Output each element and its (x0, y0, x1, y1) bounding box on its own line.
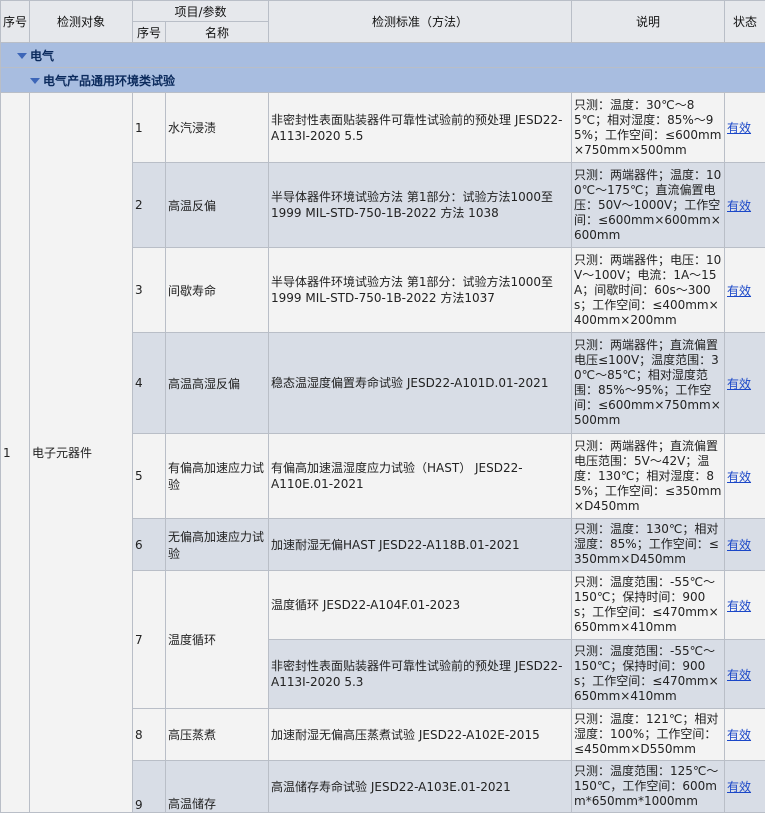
group-seq: 1 (0, 92, 30, 813)
header-object: 检测对象 (29, 0, 133, 43)
item-name: 高温储存 (164, 760, 270, 813)
item-desc: 只测：两端器件；直流偏置电压≤100V；温度范围：30℃～85℃；相对湿度范围：… (571, 332, 726, 434)
item-standard: 非密封性表面贴装器件可靠性试验前的预处理 JESD22-A113I-2020 5… (268, 639, 573, 709)
header-standard: 检测标准（方法） (268, 0, 573, 43)
item-no: 8 (132, 708, 166, 761)
item-no: 6 (132, 518, 166, 571)
item-name: 有偏高加速应力试验 (164, 433, 270, 519)
item-standard: 非密封性表面贴装器件可靠性试验前的预处理 JESD22-A113I-2020 5… (268, 92, 573, 163)
item-name: 高温反偏 (164, 162, 270, 248)
item-name: 水汽浸渍 (164, 92, 270, 163)
item-standard: 半导体器件环境试验方法 第1部分：试验方法1000至1999 MIL-STD-7… (268, 162, 573, 248)
item-desc: 只测：温度：130℃；相对湿度：85%；工作空间：≤350mm×D450mm (571, 518, 726, 571)
item-name: 温度循环 (164, 570, 270, 709)
item-no: 3 (132, 247, 166, 333)
item-no: 1 (132, 92, 166, 163)
status-link[interactable]: 有效 (727, 668, 751, 682)
item-standard: 有偏高加速温湿度应力试验（HAST） JESD22-A110E.01-2021 (268, 433, 573, 519)
item-name: 高温高湿反偏 (164, 332, 270, 434)
section-title: 电气产品通用环境类试验 (43, 73, 176, 88)
item-no: 9 (132, 760, 166, 813)
header-desc: 说明 (571, 0, 726, 43)
item-name: 高压蒸煮 (164, 708, 270, 761)
item-desc: 只测：温度：30℃～85℃；相对湿度：85%～95%；工作空间：≤600mm×7… (571, 92, 726, 163)
item-no: 5 (132, 433, 166, 519)
status-link[interactable]: 有效 (727, 780, 751, 794)
status-link[interactable]: 有效 (727, 199, 751, 213)
section-row-electrical[interactable]: 电气 (0, 42, 765, 68)
item-desc: 只测：温度范围：125℃～150℃，工作空间：600mm*650mm*1000m… (571, 760, 726, 813)
status-link[interactable]: 有效 (727, 377, 751, 391)
item-standard: 半导体器件环境试验方法 第1部分：试验方法1000至1999 MIL-STD-7… (268, 247, 573, 333)
section-row-env-tests[interactable]: 电气产品通用环境类试验 (0, 67, 765, 93)
item-desc: 只测：两端器件；温度：100℃～175℃；直流偏置电压：50V～1000V；工作… (571, 162, 726, 248)
item-standard: 高温储存寿命试验 JESD22-A103E.01-2021 (268, 760, 573, 813)
status-link[interactable]: 有效 (727, 121, 751, 135)
item-desc: 只测：两端器件；直流偏置电压范围：5V～42V；温度：130℃；相对湿度：85%… (571, 433, 726, 519)
item-standard: 加速耐湿无偏HAST JESD22-A118B.01-2021 (268, 518, 573, 571)
item-desc: 只测：两端器件；电压：10V～100V；电流：1A～15A；间歇时间：60s～3… (571, 247, 726, 333)
item-standard: 加速耐湿无偏高压蒸煮试验 JESD22-A102E-2015 (268, 708, 573, 761)
item-no: 7 (132, 570, 166, 709)
status-link[interactable]: 有效 (727, 284, 751, 298)
item-desc: 只测：温度范围：-55℃～150℃；保持时间：900s；工作空间：≤470mm×… (571, 639, 726, 709)
header-status: 状态 (724, 0, 765, 43)
status-link[interactable]: 有效 (727, 728, 751, 742)
header-item-param: 项目/参数 (131, 0, 270, 22)
group-object: 电子元器件 (29, 92, 133, 813)
item-no: 2 (132, 162, 166, 248)
header-item-name: 名称 (164, 21, 270, 43)
section-title: 电气 (30, 48, 55, 63)
item-standard: 稳态温湿度偏置寿命试验 JESD22-A101D.01-2021 (268, 332, 573, 434)
item-desc: 只测：温度范围：-55℃～150℃；保持时间：900s；工作空间：≤470mm×… (571, 570, 726, 640)
status-link[interactable]: 有效 (727, 599, 751, 613)
item-standard: 温度循环 JESD22-A104F.01-2023 (268, 570, 573, 640)
test-items-table: 序号 检测对象 项目/参数 检测标准（方法） 说明 状态 序号 名称 电气 电气… (0, 0, 765, 813)
collapse-triangle-icon[interactable] (30, 78, 40, 84)
collapse-triangle-icon[interactable] (17, 53, 27, 59)
item-name: 间歇寿命 (164, 247, 270, 333)
item-name: 无偏高加速应力试验 (164, 518, 270, 571)
status-link[interactable]: 有效 (727, 538, 751, 552)
item-no: 4 (132, 332, 166, 434)
item-desc: 只测：温度：121℃；相对湿度：100%；工作空间：≤450mm×D550mm (571, 708, 726, 761)
header-item-seq: 序号 (132, 21, 166, 43)
status-link[interactable]: 有效 (727, 470, 751, 484)
table-row: 1 电子元器件 1 水汽浸渍 非密封性表面贴装器件可靠性试验前的预处理 JESD… (0, 92, 765, 813)
header-seq: 序号 (0, 0, 30, 43)
